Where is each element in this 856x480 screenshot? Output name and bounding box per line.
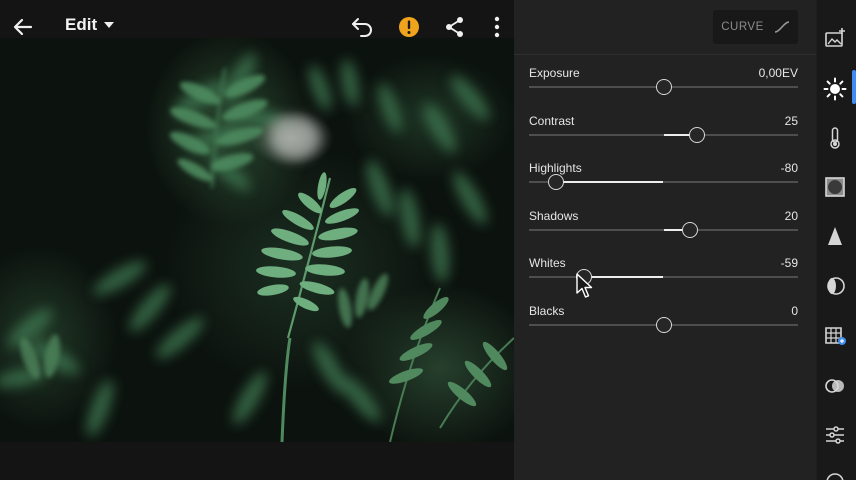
- fern-photo: [0, 53, 514, 442]
- undo-icon[interactable]: [350, 14, 376, 40]
- photo-canvas[interactable]: [0, 38, 514, 442]
- photo-bottom-strip: [0, 442, 514, 480]
- slider-whites[interactable]: Whites -59: [529, 256, 798, 300]
- slider-track[interactable]: [529, 174, 798, 190]
- slider-value: 25: [784, 113, 798, 128]
- curve-icon: [774, 21, 789, 33]
- slider-track[interactable]: [529, 79, 798, 95]
- edit-label: Edit: [65, 15, 98, 34]
- effects-vignette-icon[interactable]: [823, 175, 847, 199]
- slider-thumb[interactable]: [655, 316, 672, 333]
- detail-icon[interactable]: [823, 224, 847, 248]
- auto-enhance-icon[interactable]: [823, 26, 847, 50]
- edit-menu[interactable]: Edit: [65, 15, 115, 35]
- slider-value: -80: [780, 161, 798, 175]
- slider-value: 20: [784, 208, 798, 223]
- slider-label: Blacks: [529, 303, 565, 318]
- slider-value: -59: [780, 256, 798, 270]
- optics-icon[interactable]: [823, 274, 847, 298]
- slider-track[interactable]: [529, 126, 798, 143]
- slider-thumb[interactable]: [655, 79, 672, 95]
- slider-fill: [555, 181, 664, 183]
- slider-exposure[interactable]: Exposure 0,00EV: [529, 66, 798, 110]
- presets-icon[interactable]: [823, 374, 847, 398]
- active-tool-indicator: [852, 70, 856, 104]
- slider-label: Whites: [529, 256, 566, 270]
- versions-icon[interactable]: [823, 470, 847, 480]
- warning-icon[interactable]: [396, 14, 422, 40]
- slider-thumb[interactable]: [576, 269, 593, 285]
- slider-shadows[interactable]: Shadows 20: [529, 209, 798, 253]
- slider-track[interactable]: [529, 269, 798, 285]
- slider-contrast[interactable]: Contrast 25: [529, 114, 798, 158]
- color-temperature-icon[interactable]: [823, 126, 847, 150]
- curve-label: CURVE: [721, 21, 764, 33]
- slider-label: Highlights: [529, 161, 582, 175]
- geometry-icon[interactable]: [823, 323, 847, 347]
- slider-label: Contrast: [529, 113, 575, 128]
- dropdown-caret-icon: [104, 22, 115, 28]
- slider-value: 0,00EV: [758, 66, 798, 80]
- slider-label: Shadows: [529, 208, 579, 223]
- slider-thumb[interactable]: [682, 221, 699, 238]
- curve-button[interactable]: CURVE: [713, 10, 798, 44]
- slider-label: Exposure: [529, 66, 580, 80]
- slider-value: 0: [791, 303, 798, 318]
- more-vertical-icon[interactable]: [484, 14, 510, 40]
- slider-track[interactable]: [529, 221, 798, 238]
- slider-thumb[interactable]: [689, 126, 706, 143]
- selective-adjust-icon[interactable]: [823, 423, 847, 447]
- slider-highlights[interactable]: Highlights -80: [529, 161, 798, 205]
- back-arrow-icon[interactable]: [10, 14, 36, 40]
- light-adjustment-panel: CURVE Exposure 0,00EV Contrast 25 Highlights…: [514, 0, 816, 480]
- slider-blacks[interactable]: Blacks 0: [529, 304, 798, 348]
- panel-divider: [514, 54, 816, 55]
- slider-thumb[interactable]: [547, 174, 564, 190]
- share-icon[interactable]: [442, 14, 468, 40]
- slider-fill: [584, 276, 664, 278]
- light-icon[interactable]: [823, 77, 847, 101]
- slider-track[interactable]: [529, 316, 798, 333]
